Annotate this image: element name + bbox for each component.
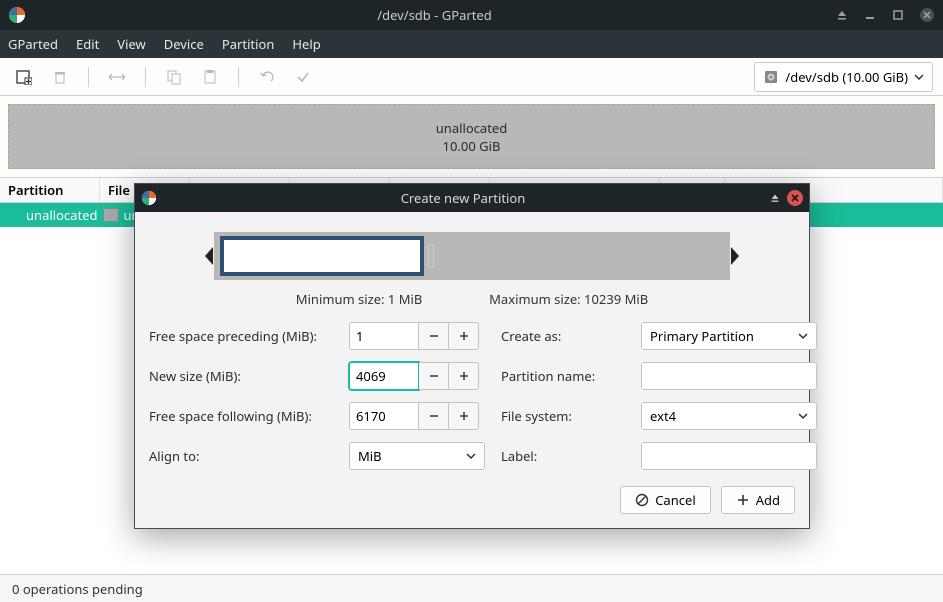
cancel-icon (635, 493, 649, 507)
chevron-down-icon (798, 331, 808, 341)
titlebar: /dev/sdb - GParted (0, 0, 943, 30)
dialog-close-button[interactable] (787, 190, 803, 206)
decrement-button[interactable] (419, 362, 449, 390)
menu-view[interactable]: View (117, 35, 145, 53)
filesystem-select[interactable]: ext4 (641, 402, 817, 430)
cancel-button[interactable]: Cancel (620, 486, 710, 514)
label-filesystem: File system: (501, 407, 641, 425)
menu-partition[interactable]: Partition (222, 35, 275, 53)
free-following-input[interactable] (349, 402, 419, 430)
menu-edit[interactable]: Edit (76, 35, 99, 53)
increment-button[interactable] (449, 402, 479, 430)
resize-move-button[interactable] (103, 64, 131, 90)
status-text: 0 operations pending (12, 580, 143, 598)
menu-device[interactable]: Device (164, 35, 204, 53)
undo-button[interactable] (253, 64, 281, 90)
row-name: unallocated (26, 206, 98, 224)
new-partition-button[interactable] (10, 64, 38, 90)
slider-selection[interactable] (220, 236, 424, 276)
minimize-icon[interactable] (863, 8, 877, 22)
disk-icon (763, 69, 779, 85)
increment-button[interactable] (449, 322, 479, 350)
delete-partition-button[interactable] (46, 64, 74, 90)
partition-size-slider (204, 232, 740, 280)
device-selector[interactable]: /dev/sdb (10.00 GiB) (754, 62, 933, 92)
close-icon[interactable] (919, 7, 935, 23)
partition-list: unallocated un Create new Partition (0, 203, 943, 574)
toolbar-separator (145, 67, 146, 87)
chevron-down-icon (466, 451, 476, 461)
dialog-titlebar: Create new Partition (135, 184, 809, 212)
disk-map-unallocated[interactable]: unallocated 10.00 GiB (8, 104, 935, 169)
label-align-to: Align to: (149, 447, 349, 465)
partition-name-input[interactable] (641, 362, 817, 390)
toolbar-separator (88, 67, 89, 87)
increment-button[interactable] (449, 362, 479, 390)
device-selector-text: /dev/sdb (10.00 GiB) (785, 68, 908, 86)
window-buttons (835, 7, 935, 23)
chevron-down-icon (798, 411, 808, 421)
slider-handle[interactable] (428, 244, 434, 268)
dialog-title: Create new Partition (157, 189, 769, 207)
keep-above-icon[interactable] (769, 192, 781, 204)
gparted-app-icon (8, 6, 26, 24)
label-free-preceding: Free space preceding (MiB): (149, 327, 349, 345)
disk-map-container: unallocated 10.00 GiB (0, 96, 943, 177)
label-create-as: Create as: (501, 327, 641, 345)
diskmap-size: 10.00 GiB (443, 137, 501, 155)
size-limits: Minimum size: 1 MiB Maximum size: 10239 … (149, 290, 795, 308)
decrement-button[interactable] (419, 322, 449, 350)
diskmap-label: unallocated (436, 119, 508, 137)
free-following-spinner[interactable] (349, 402, 485, 430)
maximize-icon[interactable] (891, 8, 905, 22)
gparted-app-icon (141, 190, 157, 206)
new-size-spinner[interactable] (349, 362, 485, 390)
min-size-label: Minimum size: 1 MiB (296, 290, 423, 308)
toolbar-separator (238, 67, 239, 87)
menu-help[interactable]: Help (292, 35, 320, 53)
menubar: GParted Edit View Device Partition Help (0, 30, 943, 58)
slider-left-arrow-icon[interactable] (204, 247, 214, 265)
new-size-input[interactable] (349, 362, 419, 390)
fs-color-swatch (104, 209, 118, 221)
label-new-size: New size (MiB): (149, 367, 349, 385)
max-size-label: Maximum size: 10239 MiB (489, 290, 648, 308)
statusbar: 0 operations pending (0, 574, 943, 602)
decrement-button[interactable] (419, 402, 449, 430)
label-label: Label: (501, 447, 641, 465)
keep-above-icon[interactable] (835, 8, 849, 22)
create-as-select[interactable]: Primary Partition (641, 322, 817, 350)
paste-button[interactable] (196, 64, 224, 90)
slider-right-arrow-icon[interactable] (730, 247, 740, 265)
label-free-following: Free space following (MiB): (149, 407, 349, 425)
window-title: /dev/sdb - GParted (34, 6, 835, 24)
apply-button[interactable] (289, 64, 317, 90)
free-preceding-spinner[interactable] (349, 322, 485, 350)
label-partition-name: Partition name: (501, 367, 641, 385)
slider-track[interactable] (214, 232, 730, 280)
label-input[interactable] (641, 442, 817, 470)
main-window: /dev/sdb - GParted GParted Edit View Dev… (0, 0, 943, 602)
plus-icon (736, 493, 750, 507)
copy-button[interactable] (160, 64, 188, 90)
menu-gparted[interactable]: GParted (8, 35, 58, 53)
free-preceding-input[interactable] (349, 322, 419, 350)
align-to-select[interactable]: MiB (349, 442, 485, 470)
create-partition-dialog: Create new Partition Minimum size: 1 MiB (134, 183, 810, 529)
toolbar: /dev/sdb (10.00 GiB) (0, 58, 943, 96)
col-partition[interactable]: Partition (0, 178, 100, 202)
add-button[interactable]: Add (721, 486, 795, 514)
chevron-down-icon (914, 72, 924, 82)
